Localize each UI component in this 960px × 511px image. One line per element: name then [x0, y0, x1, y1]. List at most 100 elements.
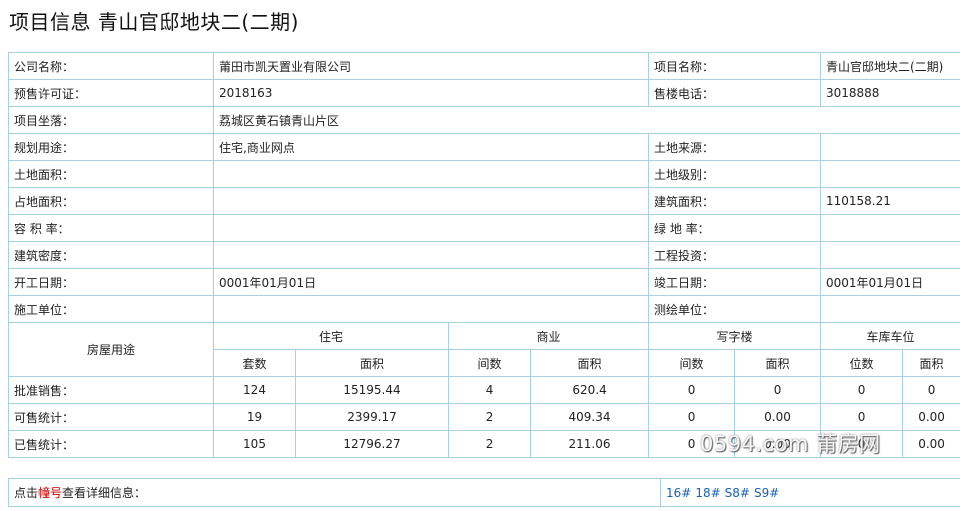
info-row: 占地面积： 建筑面积： 110158.21 — [8, 187, 960, 215]
field-label: 土地来源： — [648, 133, 821, 161]
field-label: 测绘单位： — [648, 295, 821, 323]
subheader-cell: 间数 — [448, 349, 532, 377]
subheader-cell: 面积 — [734, 349, 822, 377]
field-label: 土地面积： — [8, 160, 214, 188]
stats-cell: 0 — [820, 403, 904, 431]
field-label: 售楼电话： — [648, 79, 821, 107]
field-label: 项目坐落： — [8, 106, 214, 134]
stats-row-label: 已售统计： — [8, 430, 214, 458]
stats-cell: 0 — [648, 376, 736, 404]
field-value: 住宅,商业网点 — [213, 133, 649, 161]
subheader-cell: 位数 — [820, 349, 904, 377]
field-value — [820, 241, 960, 269]
subheader-cell: 面积 — [294, 349, 450, 377]
field-label: 竣工日期： — [648, 268, 821, 296]
building-link[interactable]: 16# — [666, 486, 691, 500]
field-value: 3018888 — [820, 79, 960, 107]
field-label: 建筑面积： — [648, 187, 821, 215]
stats-cell: 409.34 — [530, 403, 650, 431]
stats-cell: 2 — [448, 403, 532, 431]
field-label: 开工日期： — [8, 268, 214, 296]
building-list: 16# 18# S8# S9# — [660, 478, 960, 507]
subheader-cell: 间数 — [648, 349, 736, 377]
field-label: 土地级别： — [648, 160, 821, 188]
field-value: 110158.21 — [820, 187, 960, 215]
group-residential: 住宅 — [212, 322, 450, 350]
building-link[interactable]: S8# — [725, 486, 750, 500]
field-value — [820, 295, 960, 323]
stats-cell: 211.06 — [530, 430, 650, 458]
stats-cell: 0 — [648, 403, 736, 431]
stats-cell: 2399.17 — [294, 403, 450, 431]
subheader-cell: 面积 — [530, 349, 650, 377]
field-label: 规划用途： — [8, 133, 214, 161]
info-row: 容 积 率： 绿 地 率： — [8, 214, 960, 242]
info-row: 施工单位： 测绘单位： — [8, 295, 960, 323]
subheader-cell: 套数 — [213, 349, 296, 377]
building-link[interactable]: 18# — [695, 486, 720, 500]
stats-cell: 12796.27 — [294, 430, 450, 458]
field-value: 0001年01月01日 — [213, 268, 649, 296]
field-value — [820, 160, 960, 188]
field-value: 0001年01月01日 — [820, 268, 960, 296]
field-label: 预售许可证： — [8, 79, 214, 107]
field-label: 公司名称： — [8, 52, 214, 80]
info-row: 土地面积： 土地级别： — [8, 160, 960, 188]
stats-cell: 0.00 — [902, 430, 960, 458]
stats-cell: 0 — [734, 376, 822, 404]
field-value — [820, 214, 960, 242]
stats-cell: 15195.44 — [294, 376, 450, 404]
field-value: 2018163 — [213, 79, 649, 107]
building-link[interactable]: S9# — [754, 486, 779, 500]
field-value: 荔城区黄石镇青山片区 — [213, 106, 960, 134]
field-value — [213, 295, 649, 323]
hint-highlight: 幢号 — [38, 486, 63, 500]
field-label: 容 积 率： — [8, 214, 214, 242]
stats-cell: 4 — [448, 376, 532, 404]
field-value — [213, 187, 649, 215]
field-value — [213, 214, 649, 242]
info-row: 开工日期： 0001年01月01日 竣工日期： 0001年01月01日 — [8, 268, 960, 296]
project-info-table: 公司名称： 莆田市凯天置业有限公司 项目名称： 青山官邸地块二(二期) 预售许可证： 20… — [8, 52, 960, 458]
group-commercial: 商业 — [448, 322, 650, 350]
field-label: 绿 地 率： — [648, 214, 821, 242]
stats-row: 已售统计： 105 12796.27 2 211.06 0 0.00 0 0.00 — [8, 430, 960, 458]
field-value — [213, 241, 649, 269]
stats-row-label: 批准销售： — [8, 376, 214, 404]
stats-cell: 105 — [213, 430, 296, 458]
info-row: 项目坐落： 荔城区黄石镇青山片区 — [8, 106, 960, 134]
field-label: 建筑密度： — [8, 241, 214, 269]
stats-row: 可售统计： 19 2399.17 2 409.34 0 0.00 0 0.00 — [8, 403, 960, 431]
building-links-panel: 点击幢号查看详细信息： 16# 18# S8# S9# — [8, 478, 960, 507]
field-label: 项目名称： — [648, 52, 821, 80]
stats-cell: 620.4 — [530, 376, 650, 404]
usage-header: 房屋用途 — [8, 322, 214, 377]
field-label: 施工单位： — [8, 295, 214, 323]
group-office: 写字楼 — [648, 322, 822, 350]
stats-cell: 0.00 — [734, 430, 822, 458]
stats-cell: 0 — [820, 430, 904, 458]
stats-cell: 0 — [820, 376, 904, 404]
info-row: 预售许可证： 2018163 售楼电话： 3018888 — [8, 79, 960, 107]
group-parking: 车库车位 — [820, 322, 960, 350]
field-value — [213, 160, 649, 188]
building-hint: 点击幢号查看详细信息： — [8, 478, 661, 507]
stats-cell: 0 — [902, 376, 960, 404]
page-title: 项目信息 青山官邸地块二(二期) — [9, 10, 299, 34]
stats-cell: 124 — [213, 376, 296, 404]
stats-row-label: 可售统计： — [8, 403, 214, 431]
info-row: 公司名称： 莆田市凯天置业有限公司 项目名称： 青山官邸地块二(二期) — [8, 52, 960, 80]
field-label: 工程投资： — [648, 241, 821, 269]
stats-cell: 0 — [648, 430, 736, 458]
stats-cell: 19 — [213, 403, 296, 431]
stats-cell: 0.00 — [734, 403, 822, 431]
info-row: 规划用途： 住宅,商业网点 土地来源： — [8, 133, 960, 161]
field-label: 占地面积： — [8, 187, 214, 215]
stats-cell: 2 — [448, 430, 532, 458]
info-row: 建筑密度： 工程投资： — [8, 241, 960, 269]
subheader-cell: 面积 — [902, 349, 960, 377]
field-value: 青山官邸地块二(二期) — [820, 52, 960, 80]
stats-row: 批准销售： 124 15195.44 4 620.4 0 0 0 0 — [8, 376, 960, 404]
field-value — [820, 133, 960, 161]
stats-cell: 0.00 — [902, 403, 960, 431]
